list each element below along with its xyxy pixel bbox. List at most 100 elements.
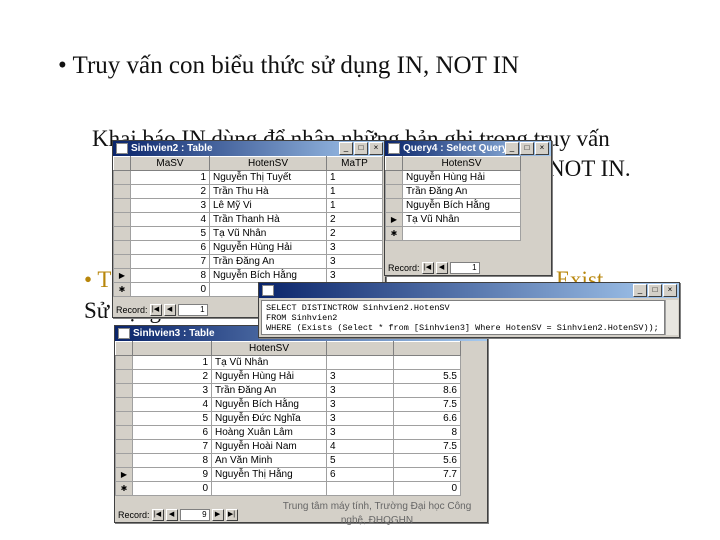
- row-selector-header[interactable]: [115, 341, 133, 356]
- table-row[interactable]: 7 Trần Đăng An 3: [113, 254, 383, 269]
- cell[interactable]: 1: [326, 198, 383, 213]
- cell[interactable]: 9: [132, 467, 212, 482]
- cell[interactable]: Trần Thanh Hà: [209, 212, 327, 227]
- cell[interactable]: 7: [130, 254, 210, 269]
- query4-grid[interactable]: HotenSV Nguyễn Hùng Hải Trần Đăng An Ngu…: [385, 156, 521, 241]
- cell[interactable]: 1: [130, 170, 210, 185]
- cell[interactable]: 3: [326, 268, 383, 283]
- cell[interactable]: Tạ Vũ Nhân: [211, 355, 327, 370]
- first-record-button[interactable]: |◀: [149, 304, 162, 316]
- cell[interactable]: 0: [132, 481, 212, 496]
- table-row[interactable]: 4 Nguyễn Bích Hằng 3 7.5: [115, 397, 461, 412]
- row-selector[interactable]: [113, 226, 131, 241]
- cell[interactable]: Nguyễn Hùng Hải: [209, 240, 327, 255]
- table-row[interactable]: 5 Nguyễn Đức Nghĩa 3 6.6: [115, 411, 461, 426]
- column-header[interactable]: [393, 341, 461, 356]
- cell[interactable]: Tạ Vũ Nhân: [209, 226, 327, 241]
- row-selector[interactable]: [115, 397, 133, 412]
- cell[interactable]: 4: [326, 439, 394, 454]
- cell[interactable]: Nguyễn Hoài Nam: [211, 439, 327, 454]
- row-selector[interactable]: [113, 254, 131, 269]
- maximize-button[interactable]: □: [648, 284, 662, 297]
- cell[interactable]: Hoàng Xuân Lâm: [211, 425, 327, 440]
- new-record-icon[interactable]: ✱: [385, 226, 403, 241]
- cell[interactable]: 4: [130, 212, 210, 227]
- cell[interactable]: Nguyễn Hùng Hải: [402, 170, 521, 185]
- cell[interactable]: 0: [130, 282, 210, 297]
- cell[interactable]: 6: [130, 240, 210, 255]
- sinhvien2-titlebar[interactable]: Sinhvien2 : Table _ □ ×: [113, 141, 385, 156]
- row-selector[interactable]: [113, 240, 131, 255]
- row-selector[interactable]: [115, 369, 133, 384]
- row-selector[interactable]: [113, 184, 131, 199]
- current-row-indicator-icon[interactable]: ▶: [115, 467, 133, 482]
- cell[interactable]: 4: [132, 397, 212, 412]
- minimize-button[interactable]: _: [633, 284, 647, 297]
- table-row[interactable]: 8 An Văn Minh 5 5.6: [115, 453, 461, 468]
- cell[interactable]: 6: [132, 425, 212, 440]
- column-header[interactable]: HotenSV: [402, 156, 521, 171]
- cell[interactable]: 1: [326, 170, 383, 185]
- cell[interactable]: Tạ Vũ Nhân: [402, 212, 521, 227]
- row-selector[interactable]: [385, 198, 403, 213]
- cell[interactable]: 5.5: [393, 369, 461, 384]
- row-selector-header[interactable]: [385, 156, 403, 171]
- row-selector[interactable]: [385, 184, 403, 199]
- cell[interactable]: 3: [326, 411, 394, 426]
- cell[interactable]: 7.5: [393, 397, 461, 412]
- row-selector[interactable]: [113, 198, 131, 213]
- column-header[interactable]: [132, 341, 212, 356]
- table-row[interactable]: 6 Nguyễn Hùng Hải 3: [113, 240, 383, 255]
- cell[interactable]: [326, 355, 394, 370]
- prev-record-button[interactable]: ◀: [165, 509, 178, 521]
- cell[interactable]: Nguyễn Hùng Hải: [211, 369, 327, 384]
- cell[interactable]: 6: [326, 467, 394, 482]
- row-selector[interactable]: [385, 170, 403, 185]
- cell[interactable]: [326, 481, 394, 496]
- row-selector-header[interactable]: [113, 156, 131, 171]
- table-row[interactable]: 3 Lê Mỹ Vi 1: [113, 198, 383, 213]
- minimize-button[interactable]: _: [505, 142, 519, 155]
- cell[interactable]: 3: [326, 240, 383, 255]
- cell[interactable]: 3: [326, 383, 394, 398]
- table-row[interactable]: 5 Tạ Vũ Nhân 2: [113, 226, 383, 241]
- table-row[interactable]: 1 Nguyễn Thị Tuyết 1: [113, 170, 383, 185]
- next-record-button[interactable]: ▶: [211, 509, 224, 521]
- cell[interactable]: 1: [132, 355, 212, 370]
- row-selector[interactable]: [115, 411, 133, 426]
- record-number-input[interactable]: 1: [449, 262, 480, 274]
- cell[interactable]: 3: [326, 425, 394, 440]
- table-row[interactable]: Nguyễn Hùng Hải: [385, 170, 521, 185]
- cell[interactable]: 8: [393, 425, 461, 440]
- row-selector[interactable]: [115, 355, 133, 370]
- cell[interactable]: 5: [132, 411, 212, 426]
- new-record-icon[interactable]: ✱: [113, 282, 131, 297]
- row-selector[interactable]: [115, 425, 133, 440]
- row-selector[interactable]: [115, 439, 133, 454]
- cell[interactable]: Nguyễn Thị Hằng: [211, 467, 327, 482]
- cell[interactable]: 3: [130, 198, 210, 213]
- row-selector[interactable]: [115, 453, 133, 468]
- new-record-row[interactable]: ✱: [385, 226, 521, 241]
- cell[interactable]: Nguyễn Đức Nghĩa: [211, 411, 327, 426]
- column-header[interactable]: [326, 341, 394, 356]
- maximize-button[interactable]: □: [354, 142, 368, 155]
- row-selector[interactable]: [113, 170, 131, 185]
- cell[interactable]: Nguyễn Bích Hằng: [211, 397, 327, 412]
- table-row[interactable]: 6 Hoàng Xuân Lâm 3 8: [115, 425, 461, 440]
- sql-text-area[interactable]: SELECT DISTINCTROW Sinhvien2.HotenSV FROM…: [261, 300, 665, 335]
- sql-view-titlebar[interactable]: _ □ ×: [259, 283, 679, 298]
- column-header[interactable]: MaTP: [326, 156, 383, 171]
- cell[interactable]: 3: [326, 397, 394, 412]
- current-row-indicator-icon[interactable]: ▶: [113, 268, 131, 283]
- cell[interactable]: 5: [326, 453, 394, 468]
- cell[interactable]: [402, 226, 521, 241]
- cell[interactable]: 7.7: [393, 467, 461, 482]
- cell[interactable]: 8.6: [393, 383, 461, 398]
- close-button[interactable]: ×: [663, 284, 677, 297]
- minimize-button[interactable]: _: [339, 142, 353, 155]
- current-row-indicator-icon[interactable]: ▶: [385, 212, 403, 227]
- first-record-button[interactable]: |◀: [421, 262, 434, 274]
- cell[interactable]: Trần Đăng An: [402, 184, 521, 199]
- prev-record-button[interactable]: ◀: [163, 304, 176, 316]
